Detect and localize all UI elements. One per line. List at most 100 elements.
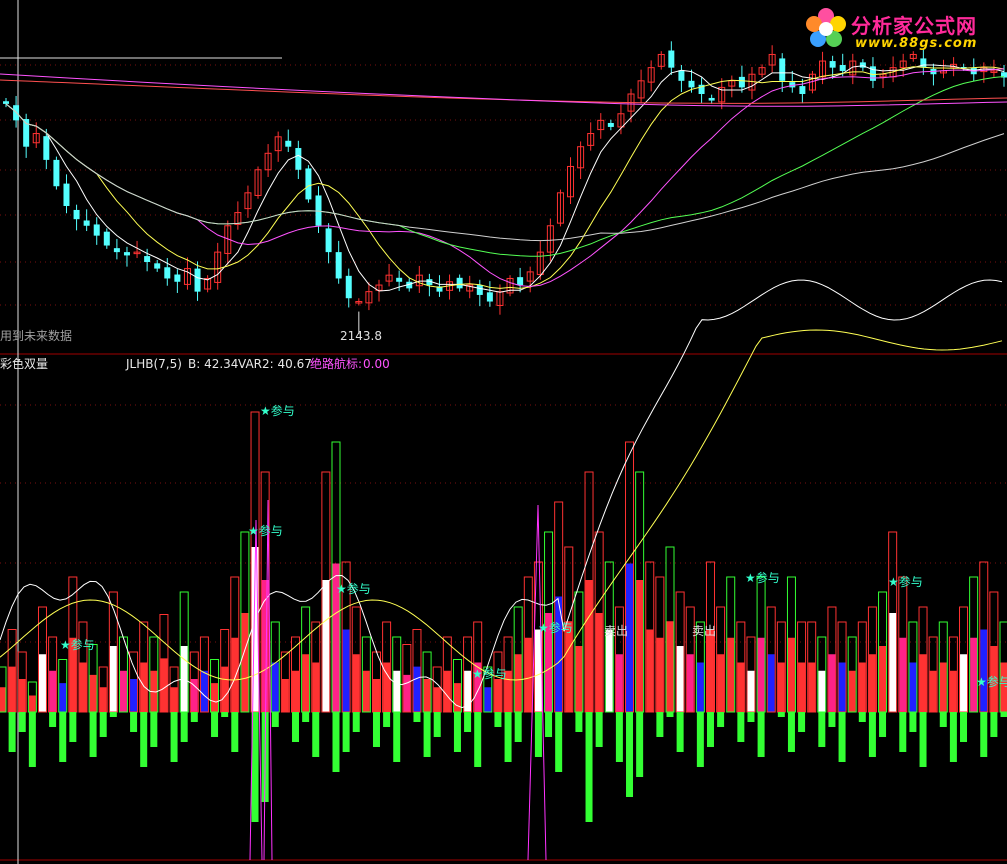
volume-bar	[312, 662, 320, 712]
signal-label: ★参与	[260, 404, 295, 418]
volume-negative-bar	[615, 712, 623, 762]
volume-negative-bar	[909, 712, 917, 732]
volume-bar	[494, 679, 502, 712]
candle-body	[305, 168, 312, 200]
volume-bar	[79, 662, 87, 712]
volume-negative-bar	[292, 712, 300, 742]
volume-negative-bar	[818, 712, 826, 747]
volume-bar	[362, 670, 370, 712]
volume-bar	[889, 613, 897, 712]
volume-negative-bar	[706, 712, 714, 747]
volume-bar	[605, 629, 613, 712]
candle-body	[829, 61, 836, 68]
candle-body	[779, 58, 786, 81]
volume-negative-bar	[433, 712, 441, 737]
candle-body	[53, 159, 60, 187]
volume-bar	[514, 654, 522, 712]
volume-negative-bar	[423, 712, 431, 757]
candle-body	[113, 248, 120, 253]
volume-bar	[433, 687, 441, 712]
candle-body	[63, 183, 70, 206]
volume-negative-bar	[919, 712, 927, 767]
indicator-name[interactable]: 彩色双量	[0, 357, 48, 371]
signal-label: ★参与	[248, 524, 283, 538]
volume-negative-bar	[1000, 712, 1007, 717]
volume-bar	[170, 687, 178, 712]
volume-negative-bar	[150, 712, 158, 747]
volume-bar	[848, 670, 856, 712]
exit-label: 卖出	[604, 624, 629, 638]
volume-bar	[666, 621, 674, 712]
volume-negative-bar	[545, 712, 553, 737]
volume-negative-bar	[960, 712, 968, 742]
volume-bar	[818, 670, 826, 712]
volume-negative-bar	[89, 712, 97, 757]
volume-bar	[757, 637, 765, 712]
volume-bar	[413, 666, 421, 712]
volume-bar	[130, 679, 138, 712]
stock-chart[interactable]	[0, 0, 1007, 864]
candle-body	[295, 148, 302, 170]
volume-negative-bar	[575, 712, 583, 732]
volume-negative-bar	[555, 712, 563, 772]
candle-body	[486, 292, 493, 302]
volume-negative-bar	[514, 712, 522, 742]
volume-bar	[342, 629, 350, 712]
watermark-url: www.88gs.com	[855, 36, 978, 51]
volume-bar	[646, 629, 654, 712]
volume-bar	[49, 670, 57, 712]
candle-body	[73, 209, 80, 220]
volume-bar	[18, 679, 26, 712]
volume-negative-bar	[757, 712, 765, 757]
volume-bar	[727, 637, 735, 712]
volume-bar	[767, 654, 775, 712]
volume-negative-bar	[342, 712, 350, 752]
volume-bar	[352, 654, 360, 712]
volume-negative-bar	[737, 712, 745, 742]
watermark-logo: 分析家公式网 www.88gs.com	[799, 4, 999, 56]
volume-negative-bar	[980, 712, 988, 757]
candle-body	[839, 65, 846, 71]
volume-negative-bar	[372, 712, 380, 747]
volume-negative-bar	[868, 712, 876, 757]
volume-bar	[868, 654, 876, 712]
low-price-label: 2143.8	[340, 329, 382, 343]
ma60-line	[5, 103, 1005, 242]
candle-body	[174, 274, 181, 282]
volume-negative-bar	[312, 712, 320, 757]
volume-bar	[585, 580, 593, 712]
candle-body	[194, 268, 201, 292]
volume-bar	[777, 662, 785, 712]
candle-body	[607, 122, 614, 127]
volume-bar	[747, 670, 755, 712]
volume-bar	[858, 662, 866, 712]
volume-bar	[717, 654, 725, 712]
volume-negative-bar	[949, 712, 957, 762]
readout-jlhb-value: 0.00	[363, 357, 390, 371]
signal-label: ★参与	[976, 675, 1007, 689]
volume-negative-bar	[180, 712, 188, 742]
candle-body	[920, 58, 927, 68]
volume-bar	[99, 687, 107, 712]
volume-bar	[59, 683, 67, 712]
volume-bar	[939, 662, 947, 712]
volume-bar	[403, 674, 411, 712]
volume-bar	[949, 670, 957, 712]
volume-negative-bar	[99, 712, 107, 737]
volume-negative-bar	[656, 712, 664, 737]
volume-negative-bar	[939, 712, 947, 727]
volume-bar	[292, 670, 300, 712]
volume-bar	[0, 687, 6, 712]
volume-bar	[393, 670, 401, 712]
volume-negative-bar	[747, 712, 755, 722]
volume-negative-bar	[271, 712, 279, 727]
volume-negative-bar	[69, 712, 77, 742]
signal-label: ★参与	[472, 667, 507, 681]
volume-bar	[281, 679, 289, 712]
volume-bar	[484, 687, 492, 712]
candle-body	[456, 277, 463, 289]
readout-jlhb: JLHB(7,5)	[126, 357, 182, 371]
readout-var2: VAR2: 40.67	[238, 357, 312, 371]
volume-bar	[787, 637, 795, 712]
volume-negative-bar	[798, 712, 806, 732]
